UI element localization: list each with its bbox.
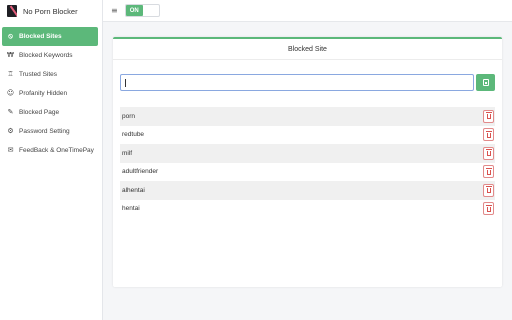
on-off-toggle[interactable]: ON <box>124 4 160 17</box>
trash-icon <box>485 186 492 194</box>
smile-icon: ☺ <box>6 89 15 97</box>
site-name: milf <box>122 149 133 157</box>
app-title: No Porn Blocker <box>23 6 78 16</box>
delete-button[interactable] <box>483 202 494 216</box>
sidebar-item-label: Trusted Sites <box>19 71 58 78</box>
award-icon: ♖ <box>7 70 14 78</box>
add-site-row <box>120 74 495 91</box>
sidebar-item-profanity-hidden[interactable]: ☺ Profanity Hidden <box>0 84 102 103</box>
trash-icon <box>485 167 492 175</box>
list-item: alhentai <box>120 181 495 200</box>
site-name: adultfriender <box>122 168 159 176</box>
toggle-on-label: ON <box>125 5 143 16</box>
blocked-sites-list: porn redtube milf adultfriender alhentai… <box>120 107 495 218</box>
list-item: redtube <box>120 126 495 145</box>
trash-icon <box>485 112 492 120</box>
card-title: Blocked Site <box>113 39 502 60</box>
trash-icon <box>485 149 492 157</box>
delete-button[interactable] <box>483 128 494 142</box>
sidebar-item-label: Profanity Hidden <box>19 90 68 97</box>
delete-button[interactable] <box>483 183 494 197</box>
list-item: adultfriender <box>120 163 495 182</box>
site-name: alhentai <box>122 186 145 194</box>
brand: No Porn Blocker <box>0 0 102 22</box>
sidebar-item-feedback[interactable]: ✉ FeedBack & OneTimePay <box>0 141 102 160</box>
trash-icon <box>485 204 492 212</box>
edit-icon: ✎ <box>7 108 14 116</box>
sidebar-item-label: FeedBack & OneTimePay <box>19 147 94 154</box>
keywords-icon: ₩ <box>7 51 14 59</box>
ban-icon: ⦸ <box>8 32 13 40</box>
chat-icon: ✉ <box>7 146 14 154</box>
delete-button[interactable] <box>483 146 494 160</box>
delete-button[interactable] <box>483 109 494 123</box>
gears-icon: ⚙ <box>7 127 14 135</box>
site-name: redtube <box>122 131 145 139</box>
delete-button[interactable] <box>483 165 494 179</box>
site-name: hentai <box>122 205 140 213</box>
sidebar-item-label: Blocked Page <box>19 109 60 116</box>
sidebar-item-trusted-sites[interactable]: ♖ Trusted Sites <box>0 65 102 84</box>
add-site-button[interactable] <box>476 74 495 91</box>
sidebar: No Porn Blocker ⦸ Blocked Sites ₩ Blocke… <box>0 0 103 320</box>
app-logo-icon <box>7 5 17 17</box>
sidebar-item-blocked-keywords[interactable]: ₩ Blocked Keywords <box>0 46 102 65</box>
blocked-site-card: Blocked Site porn redtube milf adultfrie… <box>113 37 502 287</box>
sidebar-nav: ⦸ Blocked Sites ₩ Blocked Keywords ♖ Tru… <box>0 27 102 160</box>
site-name: porn <box>122 112 136 120</box>
trash-icon <box>485 130 492 138</box>
sidebar-item-blocked-page[interactable]: ✎ Blocked Page <box>0 103 102 122</box>
add-icon <box>482 79 489 86</box>
site-input[interactable] <box>120 74 474 91</box>
sidebar-item-label: Blocked Keywords <box>19 52 73 59</box>
list-item: hentai <box>120 200 495 219</box>
list-item: porn <box>120 107 495 126</box>
sidebar-item-blocked-sites[interactable]: ⦸ Blocked Sites <box>2 27 98 46</box>
sidebar-item-password-setting[interactable]: ⚙ Password Setting <box>0 122 102 141</box>
hamburger-menu-icon[interactable]: ≡ <box>111 6 118 15</box>
sidebar-item-label: Blocked Sites <box>19 33 62 40</box>
topbar: ≡ ON <box>103 0 512 22</box>
sidebar-item-label: Password Setting <box>19 128 70 135</box>
list-item: milf <box>120 144 495 163</box>
